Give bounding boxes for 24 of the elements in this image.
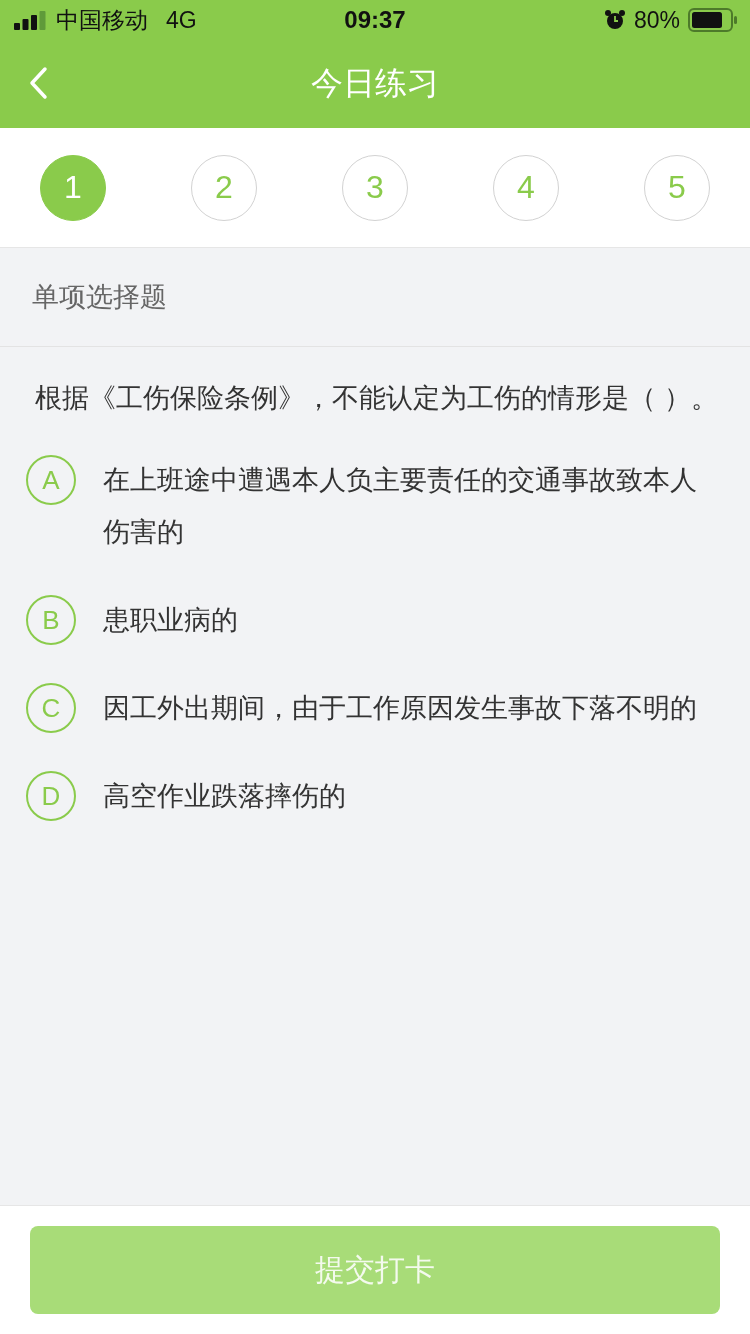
question-type-label: 单项选择题	[32, 281, 167, 314]
question-number-button[interactable]: 4	[493, 154, 559, 221]
question-number-button[interactable]: 5	[644, 154, 710, 221]
carrier-name: 中国移动	[56, 5, 148, 35]
back-icon	[28, 66, 48, 100]
option-text[interactable]: 因工外出期间，由于工作原因发生事故下落不明的	[103, 682, 708, 734]
battery-icon	[688, 8, 738, 32]
battery-percent: 80%	[633, 6, 680, 34]
question-number-button[interactable]: 1	[40, 154, 106, 221]
option-letter-button[interactable]: B	[26, 595, 76, 645]
alarm-icon	[603, 9, 626, 31]
option-text[interactable]: 在上班途中遭遇本人负主要责任的交通事故致本人伤害的	[103, 454, 708, 558]
option-text[interactable]: 高空作业跌落摔伤的	[103, 770, 708, 822]
option-text[interactable]: 患职业病的	[103, 594, 708, 646]
question-number-button[interactable]: 3	[342, 154, 408, 221]
clock-time: 09:37	[344, 6, 406, 34]
question-text: 根据《工伤保险条例》，不能认定为工伤的情形是（ ）。	[35, 382, 719, 415]
option-letter-button[interactable]: C	[26, 683, 76, 733]
signal-icon	[14, 10, 48, 30]
option-letter-button[interactable]: A	[26, 455, 76, 505]
page-title: 今日练习	[311, 64, 439, 103]
option-letter-button[interactable]: D	[26, 771, 76, 821]
question-number-button[interactable]: 2	[191, 154, 257, 221]
network-type: 4G	[166, 6, 197, 34]
